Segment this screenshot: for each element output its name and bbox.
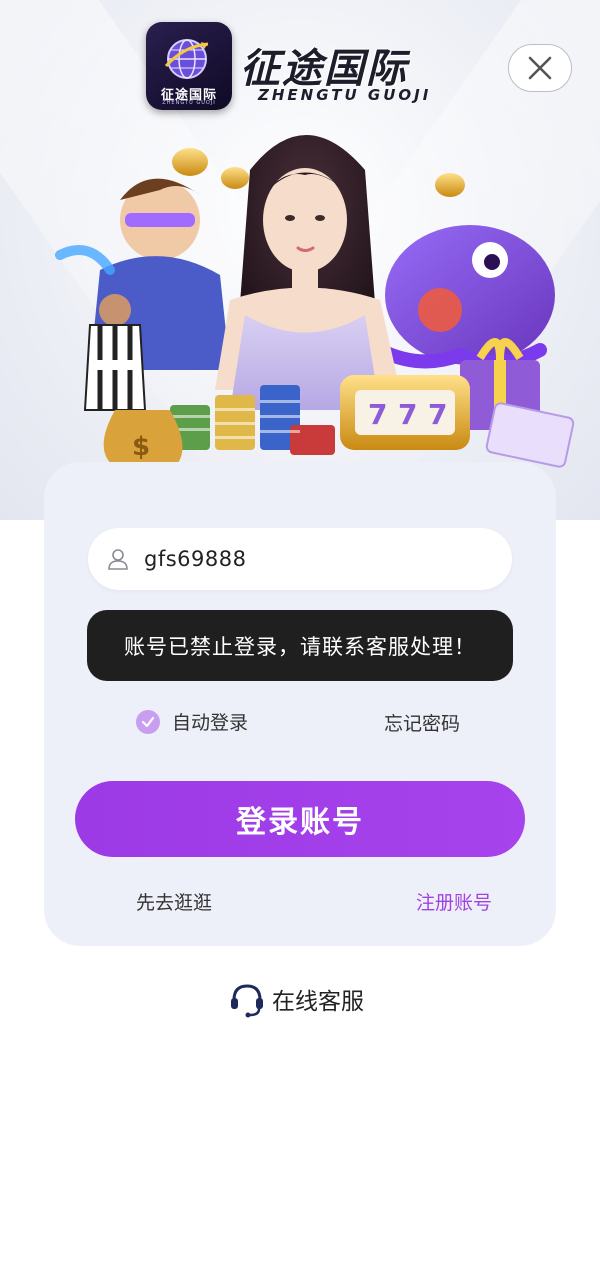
auto-login-checkbox[interactable]: 自动登录 bbox=[136, 708, 248, 735]
svg-text:7: 7 bbox=[428, 398, 447, 431]
username-input[interactable]: gfs69888 bbox=[88, 528, 512, 590]
headset-icon bbox=[231, 984, 263, 1018]
app-logo: 征途国际 ZHENGTU GUOJI bbox=[146, 22, 232, 110]
promo-illustration: 7 7 7 $ bbox=[55, 135, 575, 470]
error-toast: 账号已禁止登录，请联系客服处理！ bbox=[87, 610, 513, 681]
username-value: gfs69888 bbox=[144, 547, 247, 571]
brand-subtitle: ZHENGTU GUOJI bbox=[258, 86, 432, 104]
auto-login-label: 自动登录 bbox=[172, 712, 249, 734]
globe-icon bbox=[164, 39, 209, 79]
close-icon bbox=[528, 56, 552, 80]
svg-text:7: 7 bbox=[368, 398, 387, 431]
logo-subtext: ZHENGTU GUOJI bbox=[162, 100, 216, 106]
user-icon bbox=[108, 549, 128, 570]
browse-link[interactable]: 先去逛逛 bbox=[136, 888, 212, 915]
check-icon bbox=[136, 709, 160, 734]
login-button[interactable]: 登录账号 bbox=[75, 781, 525, 857]
svg-text:7: 7 bbox=[398, 398, 417, 431]
online-support-button[interactable]: 在线客服 bbox=[228, 980, 364, 1018]
close-button[interactable] bbox=[508, 44, 572, 92]
register-link[interactable]: 注册账号 bbox=[416, 888, 492, 915]
online-support-label: 在线客服 bbox=[272, 989, 364, 1015]
svg-text:$: $ bbox=[132, 432, 150, 462]
forgot-password-link[interactable]: 忘记密码 bbox=[384, 709, 460, 736]
